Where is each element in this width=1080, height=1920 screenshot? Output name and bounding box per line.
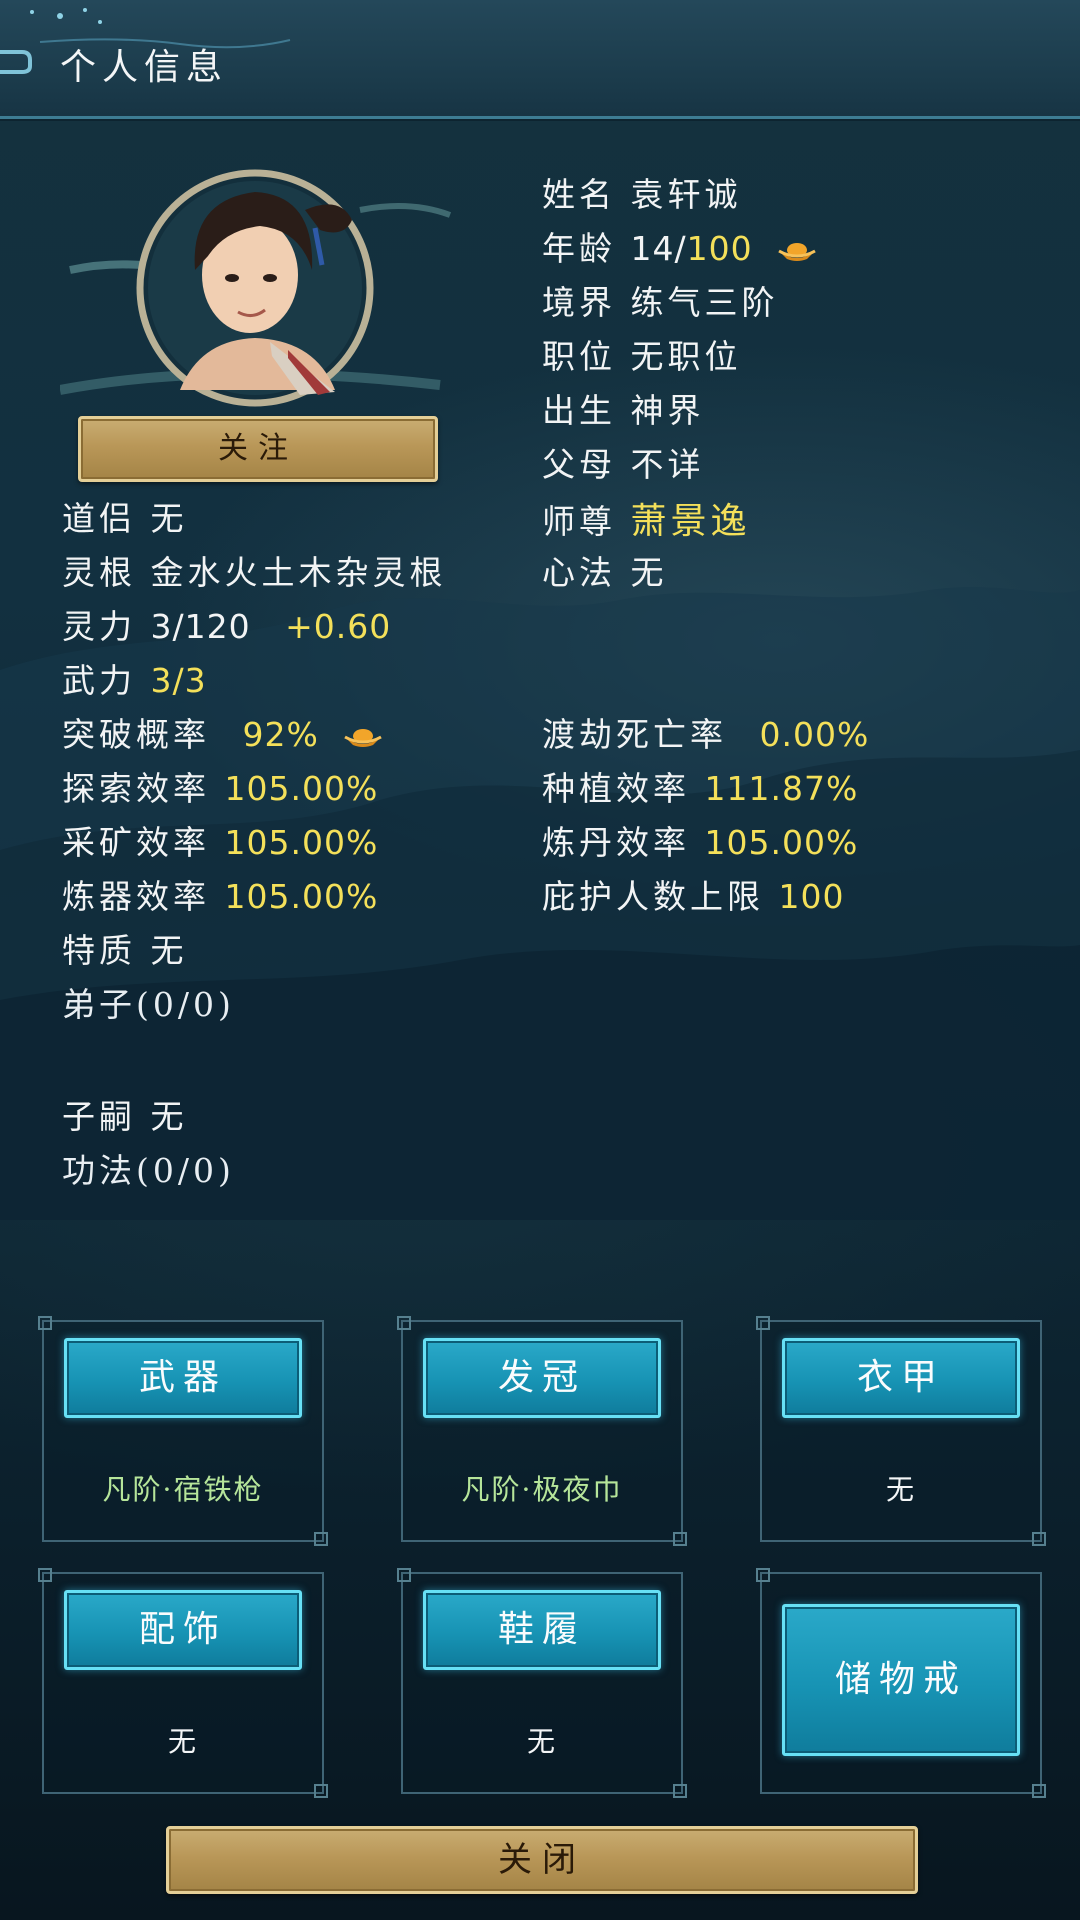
partner-value: 无 [150,499,188,538]
spirit-power-label: 灵力 [62,607,136,646]
shoes-slot[interactable]: 鞋履 无 [397,1568,687,1798]
breakthrough-value: 92% [242,715,319,754]
breakthrough-row: 突破概率 92% [62,708,383,756]
tribulation-row: 渡劫死亡率 0.00% [542,708,869,756]
spirit-root-row: 灵根 金水火土木杂灵根 [62,546,447,594]
alchemy-label: 炼丹效率 [542,823,690,862]
method-value: 无 [630,553,668,592]
character-portrait [59,169,452,407]
parents-value: 不详 [630,445,705,484]
spirit-root-value: 金水火土木杂灵根 [150,553,447,592]
realm-value: 练气三阶 [630,283,779,322]
method-label: 心法 [542,553,616,592]
accessory-value: 无 [167,1725,198,1758]
parents-row: 父母 不详 [542,438,705,486]
age-row: 年龄 14/100 [542,222,817,270]
skills-row[interactable]: 功法(0/0) [62,1144,235,1192]
mining-label: 采矿效率 [62,823,210,862]
storage-ring-button[interactable]: 储物戒 [782,1604,1020,1756]
forge-value: 105.00% [224,877,379,916]
spirit-root-label: 灵根 [62,553,136,592]
tribulation-value: 0.00% [759,715,870,754]
armor-value: 无 [885,1473,916,1506]
follow-button[interactable]: 关注 [78,416,438,482]
partner-label: 道侣 [62,499,136,538]
heir-label: 子嗣 [62,1097,136,1136]
crown-slot[interactable]: 发冠 凡阶·极夜巾 [397,1316,687,1546]
heir-row: 子嗣 无 [62,1090,188,1138]
trait-row: 特质 无 [62,924,188,972]
spirit-power-bonus: +0.60 [285,607,392,646]
force-row: 武力 3/3 [62,654,207,702]
age-max: 100 [686,229,753,268]
spirit-power-row: 灵力 3/120 +0.60 [62,600,391,648]
alchemy-row: 炼丹效率 105.00% [542,816,858,864]
plant-label: 种植效率 [542,769,690,808]
master-label: 师尊 [542,502,616,541]
realm-row: 境界 练气三阶 [542,276,779,324]
explore-value: 105.00% [224,769,379,808]
age-label: 年龄 [542,229,616,268]
master-row: 师尊 萧景逸 [542,492,751,544]
gold-ingot-icon[interactable] [777,239,817,263]
avatar [59,160,460,420]
weapon-value: 凡阶·宿铁枪 [102,1473,264,1506]
protect-row: 庇护人数上限 100 [542,870,845,918]
weapon-slot[interactable]: 武器 凡阶·宿铁枪 [38,1316,328,1546]
armor-slot[interactable]: 衣甲 无 [756,1316,1046,1546]
alchemy-value: 105.00% [704,823,859,862]
birth-label: 出生 [542,391,616,430]
heir-value: 无 [150,1097,188,1136]
name-value: 袁轩诚 [630,175,742,214]
mining-row: 采矿效率 105.00% [62,816,378,864]
explore-row: 探索效率 105.00% [62,762,378,810]
force-value: 3/3 [150,661,207,700]
forge-row: 炼器效率 105.00% [62,870,378,918]
position-row: 职位 无职位 [542,330,742,378]
accessory-button[interactable]: 配饰 [64,1590,302,1670]
header-bar: 个人信息 [0,0,1080,119]
protect-value: 100 [778,877,845,916]
birth-value: 神界 [630,391,705,430]
method-row: 心法 无 [542,546,668,594]
name-row: 姓名 袁轩诚 [542,168,742,216]
trait-label: 特质 [62,931,136,970]
weapon-button[interactable]: 武器 [64,1338,302,1418]
protect-label: 庇护人数上限 [542,877,764,916]
shoes-value: 无 [526,1725,557,1758]
realm-label: 境界 [542,283,616,322]
position-label: 职位 [542,337,616,376]
plant-value: 111.87% [704,769,859,808]
ring-slot[interactable]: 储物戒 [756,1568,1046,1798]
tribulation-label: 渡劫死亡率 [542,715,727,754]
force-label: 武力 [62,661,136,700]
spirit-power-value: 3/120 [150,607,251,646]
breakthrough-label: 突破概率 [62,715,210,754]
age-current: 14/ [630,229,687,268]
birth-row: 出生 神界 [542,384,705,432]
forge-label: 炼器效率 [62,877,210,916]
close-button[interactable]: 关闭 [166,1826,918,1894]
position-value: 无职位 [630,337,742,376]
name-label: 姓名 [542,175,616,214]
crown-button[interactable]: 发冠 [423,1338,661,1418]
accessory-slot[interactable]: 配饰 无 [38,1568,328,1798]
armor-button[interactable]: 衣甲 [782,1338,1020,1418]
trait-value: 无 [150,931,188,970]
gold-ingot-icon[interactable] [343,725,383,749]
disciples-row[interactable]: 弟子(0/0) [62,978,235,1026]
mining-value: 105.00% [224,823,379,862]
partner-row: 道侣 无 [62,492,188,540]
explore-label: 探索效率 [62,769,210,808]
parents-label: 父母 [542,445,616,484]
plant-row: 种植效率 111.87% [542,762,858,810]
crown-value: 凡阶·极夜巾 [461,1473,623,1506]
page-title: 个人信息 [60,47,229,88]
shoes-button[interactable]: 鞋履 [423,1590,661,1670]
master-value[interactable]: 萧景逸 [631,501,751,542]
